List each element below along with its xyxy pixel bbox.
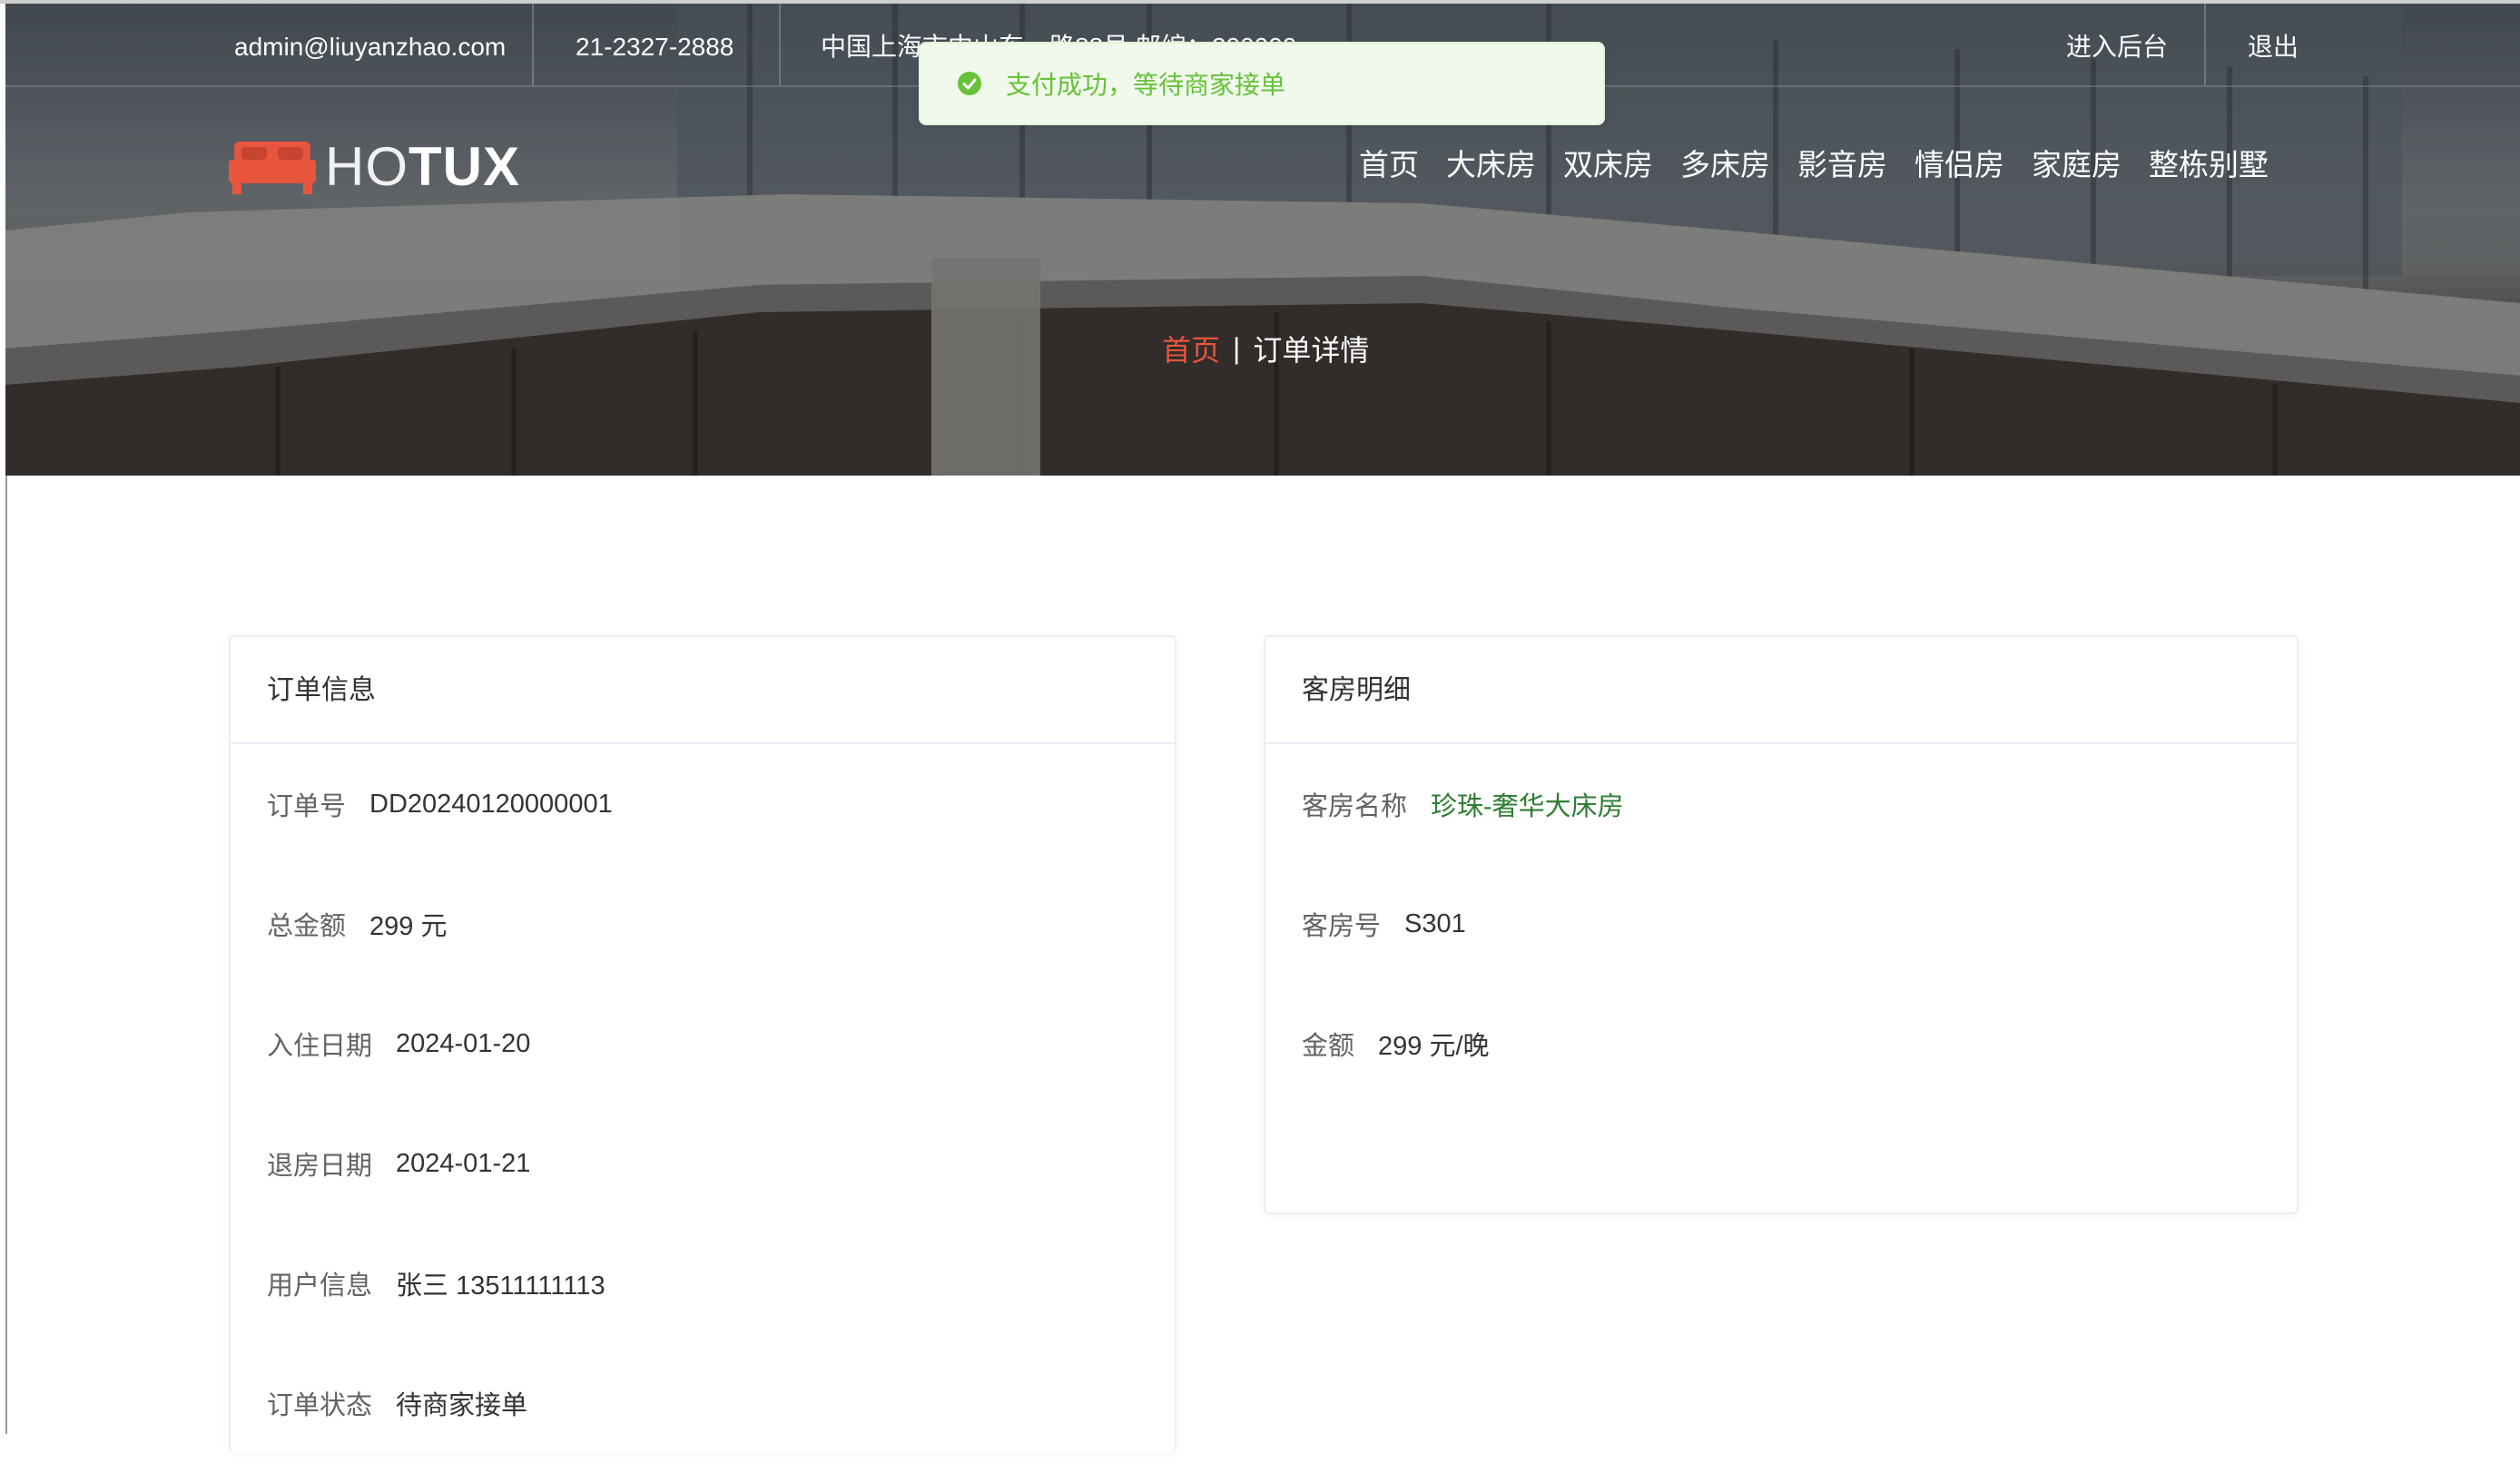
logo-text-bold: TUX <box>409 136 520 197</box>
field-label: 金额 <box>1302 1032 1355 1061</box>
checkout-date-value: 2024-01-21 <box>396 1148 531 1178</box>
field-label: 客房名称 <box>1302 792 1408 821</box>
field-label: 用户信息 <box>267 1272 373 1301</box>
room-name-link[interactable]: 珍珠-奢华大床房 <box>1431 785 1624 823</box>
logo-text-light: HO <box>325 136 409 197</box>
nav-item-theater-room[interactable]: 影音房 <box>1797 138 1887 192</box>
total-amount-value: 299 元 <box>369 912 448 941</box>
topbar-divider <box>532 4 534 85</box>
order-info-card: 订单信息 订单号 DD20240120000001 总金额 299 元 入住日期… <box>229 635 1176 1452</box>
room-detail-title: 客房明细 <box>1265 637 2297 744</box>
checkout-date-row: 退房日期 2024-01-21 <box>267 1104 1138 1223</box>
order-number-value: DD20240120000001 <box>369 789 613 819</box>
nav-item-home[interactable]: 首页 <box>1359 138 1419 192</box>
contact-email[interactable]: admin@liuyanzhao.com <box>234 4 506 85</box>
order-info-body: 订单号 DD20240120000001 总金额 299 元 入住日期 2024… <box>231 744 1175 1463</box>
order-status-value: 待商家接单 <box>396 1391 528 1420</box>
nav-item-multi-bed[interactable]: 多床房 <box>1680 138 1770 192</box>
room-price-value: 299 元/晚 <box>1378 1032 1490 1061</box>
logout-link[interactable]: 退出 <box>2248 4 2299 85</box>
success-toast: 支付成功，等待商家接单 <box>919 42 1605 125</box>
nav-item-twin-bed[interactable]: 双床房 <box>1563 138 1653 192</box>
nav-item-king-bed[interactable]: 大床房 <box>1446 138 1536 192</box>
checkin-date-value: 2024-01-20 <box>396 1028 531 1058</box>
logo-wordmark: HOTUX <box>325 131 520 203</box>
nav-item-couple-room[interactable]: 情侣房 <box>1915 138 2004 192</box>
field-label: 订单号 <box>267 792 347 821</box>
field-label: 入住日期 <box>267 1032 373 1061</box>
contact-phone[interactable]: 21-2327-2888 <box>576 4 733 85</box>
topbar-divider <box>2204 4 2206 85</box>
breadcrumb-separator: | <box>1233 331 1241 365</box>
field-label: 总金额 <box>267 912 347 941</box>
bed-icon <box>229 142 316 194</box>
nav-item-villa[interactable]: 整栋别墅 <box>2149 138 2269 192</box>
user-info-value: 张三 13511111113 <box>396 1272 605 1301</box>
room-price-row: 金额 299 元/晚 <box>1302 984 2260 1104</box>
nav-item-family-room[interactable]: 家庭房 <box>2032 138 2121 192</box>
field-label: 订单状态 <box>267 1391 373 1420</box>
breadcrumb: 首页 | 订单详情 <box>1162 323 1369 374</box>
breadcrumb-current: 订单详情 <box>1253 334 1370 367</box>
checkin-date-row: 入住日期 2024-01-20 <box>267 984 1138 1104</box>
order-info-title: 订单信息 <box>231 637 1175 744</box>
order-status-row: 订单状态 待商家接单 <box>267 1343 1138 1463</box>
topbar-divider <box>779 4 781 85</box>
check-circle-icon <box>958 72 981 95</box>
breadcrumb-home[interactable]: 首页 <box>1162 328 1220 369</box>
room-name-row: 客房名称 珍珠-奢华大床房 <box>1302 744 2260 864</box>
room-detail-body: 客房名称 珍珠-奢华大床房 客房号 S301 金额 299 元/晚 <box>1265 744 2297 1104</box>
user-info-row: 用户信息 张三 13511111113 <box>267 1223 1138 1343</box>
admin-link[interactable]: 进入后台 <box>2066 4 2168 85</box>
field-label: 退房日期 <box>267 1152 373 1181</box>
total-amount-row: 总金额 299 元 <box>267 864 1138 984</box>
field-label: 客房号 <box>1302 912 1382 941</box>
order-number-row: 订单号 DD20240120000001 <box>267 744 1138 864</box>
room-number-value: S301 <box>1404 908 1466 938</box>
room-number-row: 客房号 S301 <box>1302 864 2260 984</box>
room-detail-card: 客房明细 客房名称 珍珠-奢华大床房 客房号 S301 金额 299 元/晚 <box>1264 635 2299 1214</box>
main-nav: 首页 大床房 双床房 多床房 影音房 情侣房 家庭房 整栋别墅 <box>1359 138 2269 192</box>
toast-message: 支付成功，等待商家接单 <box>1006 71 1286 99</box>
